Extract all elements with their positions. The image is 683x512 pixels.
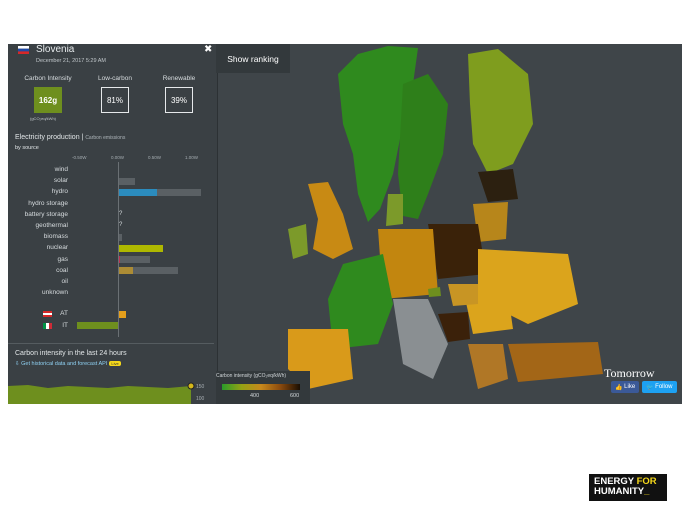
source-label-solar: solar	[53, 177, 68, 185]
show-ranking-button[interactable]: Show ranking	[216, 44, 290, 73]
source-label-hydro-storage: hydro storage	[28, 199, 68, 207]
source-label-nuclear: nuclear	[46, 244, 68, 252]
divider	[8, 343, 214, 344]
facebook-like-button[interactable]: 👍 Like	[611, 381, 640, 393]
legend-tick: 400	[250, 393, 260, 399]
zero-axis-line	[118, 162, 119, 337]
exchange-label: AT	[60, 310, 68, 318]
history-title: Carbon intensity in the last 24 hours	[15, 350, 127, 357]
carbon-intensity-unit: (gCO₂eq/kWh)	[30, 116, 57, 121]
twitter-bird-icon: 🐦	[646, 384, 654, 391]
source-label-biomass: biomass	[43, 233, 68, 241]
carbon-intensity-label: Carbon Intensity	[24, 75, 72, 82]
twitter-follow-button[interactable]: 🐦 Follow	[642, 381, 677, 393]
source-label-gas: gas	[57, 255, 68, 263]
exchange-bar[interactable]	[118, 310, 126, 318]
production-bar[interactable]	[118, 244, 163, 252]
tomorrow-logo[interactable]: Tomorrow	[604, 366, 654, 381]
axis-tick: 0.50W	[148, 155, 162, 160]
slovenia-flag-icon	[18, 46, 29, 54]
thumbs-up-icon: 👍	[615, 384, 623, 391]
zone-name: Slovenia	[36, 44, 75, 55]
poland-area[interactable]	[428, 224, 486, 279]
current-time-marker[interactable]	[187, 382, 195, 390]
axis-tick: -0.50W	[72, 155, 87, 160]
source-label-unknown: unknown	[41, 289, 68, 297]
capacity-bar[interactable]	[118, 256, 151, 264]
zone-datetime: December 21, 2017 5:29 AM	[36, 58, 107, 64]
carbon-intensity-value: 162g	[34, 87, 62, 113]
legend-title: Carbon intensity (gCO₂eq/kWh)	[216, 373, 287, 379]
history-tick: 150	[196, 384, 205, 390]
source-label-hydro: hydro	[51, 188, 68, 196]
carbon-legend: Carbon intensity (gCO₂eq/kWh) 400 600	[216, 371, 310, 404]
renewable-label: Renewable	[162, 75, 196, 82]
live-badge: Live	[109, 361, 121, 366]
hungary-area[interactable]	[448, 284, 478, 306]
production-bar[interactable]	[118, 188, 157, 196]
historical-data-link[interactable]: ⇩ Get historical data and forecast API Li…	[15, 361, 121, 367]
production-subtitle: by source	[15, 145, 39, 151]
exchange-bar[interactable]	[76, 322, 118, 330]
source-label-oil: oil	[61, 278, 68, 285]
production-title: Electricity production | Carbon emission…	[15, 134, 126, 141]
production-bar[interactable]	[118, 267, 133, 275]
axis-tick: 1.00W	[185, 155, 199, 160]
low-carbon-label: Low-carbon	[98, 75, 132, 82]
source-label-battery-storage: battery storage	[24, 210, 68, 218]
axis-tick: 0.00W	[111, 155, 125, 160]
exchange-label: IT	[62, 321, 68, 329]
legend-tick: 600	[290, 393, 300, 399]
denmark-area[interactable]	[386, 194, 403, 226]
energy-for-humanity-logo: ENERGY FOR HUMANITY_	[589, 474, 667, 501]
capacity-bar[interactable]	[118, 177, 136, 185]
unknown-value-icon: ?	[119, 210, 123, 217]
source-label-coal: coal	[56, 266, 68, 274]
electricity-map-app: Slovenia December 21, 2017 5:29 AM ✖ Car…	[8, 44, 682, 404]
renewable-value: 39%	[165, 87, 193, 113]
legend-gradient	[222, 384, 300, 390]
low-carbon-value: 81%	[101, 87, 129, 113]
history-tick: 100	[196, 396, 205, 402]
source-label-wind: wind	[54, 166, 68, 173]
source-label-geothermal: geothermal	[35, 222, 68, 229]
history-chart[interactable]: 150 100	[8, 376, 218, 404]
zone-details-panel: Slovenia December 21, 2017 5:29 AM ✖ Car…	[8, 44, 218, 404]
close-icon[interactable]: ✖	[204, 44, 212, 55]
unknown-value-icon: ?	[119, 222, 123, 228]
carbon-emissions-toggle[interactable]: Carbon emissions	[85, 135, 125, 141]
download-icon: ⇩	[15, 361, 20, 367]
